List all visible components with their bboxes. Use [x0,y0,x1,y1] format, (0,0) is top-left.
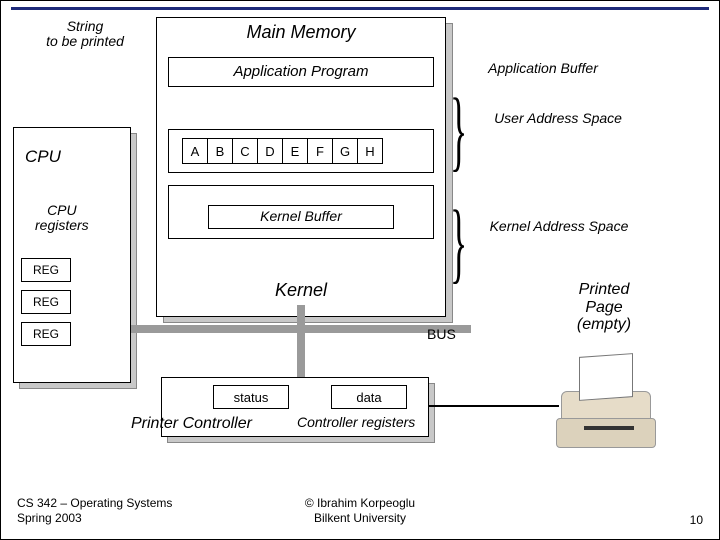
controller-registers-label: Controller registers [297,415,415,430]
brace-kernel: } [450,191,467,294]
bus-memory-connector [297,305,305,329]
buffer-cell: F [307,138,333,164]
bus-label: BUS [427,327,456,342]
application-program-box: Application Program [168,57,434,87]
buffer-cell: H [357,138,383,164]
reg-box-2: REG [21,290,71,314]
string-to-print-label: String to be printed [35,19,135,50]
buffer-cell: C [232,138,258,164]
controller-printer-line [429,405,559,407]
buffer-cell: G [332,138,358,164]
reg-box-1: REG [21,258,71,282]
status-reg-box: status [213,385,289,409]
printed-page-label: Printed Page (empty) [559,281,649,334]
buffer-cell: A [182,138,208,164]
reg-box-3: REG [21,322,71,346]
slide-number: 10 [690,513,703,527]
kernel-buffer-box: Kernel Buffer [208,205,394,229]
main-memory-title: Main Memory [201,23,401,43]
user-address-space-label: User Address Space [473,111,643,126]
buffer-cell: D [257,138,283,164]
printer-icon [561,391,656,430]
application-program-label: Application Program [233,64,368,81]
buffer-cell: E [282,138,308,164]
cpu-label: CPU [25,148,61,167]
data-reg-box: data [331,385,407,409]
kernel-buffer-label: Kernel Buffer [260,209,342,224]
footer-center: © Ibrahim Korpeoglu Bilkent University [1,496,719,527]
buffer-cell: B [207,138,233,164]
kernel-label: Kernel [251,281,351,301]
application-buffer-label: Application Buffer [473,61,613,76]
printer-controller-label: Printer Controller [131,415,252,433]
kernel-address-space-label: Kernel Address Space [469,219,649,234]
brace-user: } [450,79,467,182]
buffer-cells: ABCDEFGH [182,138,383,164]
bus-controller-connector [297,329,305,379]
cpu-registers-label: CPU registers [35,203,89,234]
